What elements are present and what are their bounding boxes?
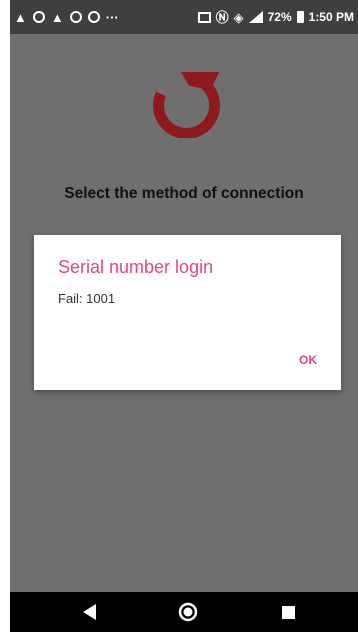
- sync-icon: [32, 11, 45, 23]
- ok-button[interactable]: OK: [299, 353, 317, 367]
- home-button[interactable]: [168, 592, 208, 632]
- page-heading: Select the method of connection: [64, 185, 304, 202]
- recents-button[interactable]: [268, 592, 308, 632]
- cast-icon: [197, 11, 211, 23]
- recents-icon: [281, 605, 295, 619]
- signal-icon: [248, 11, 263, 23]
- home-icon: [178, 602, 198, 622]
- sync-icon: [69, 11, 82, 23]
- status-bar: ▲ ▲ ··· Ⓝ ◈ 72% 1:50 PM: [10, 0, 358, 34]
- battery-icon: [296, 11, 304, 23]
- system-icons: Ⓝ ◈ 72% 1:50 PM: [197, 0, 354, 34]
- dialog-message: Fail: 1001: [58, 291, 116, 306]
- phone-screen: ▲ ▲ ··· Ⓝ ◈ 72% 1:50 PM Select the metho…: [10, 0, 358, 632]
- battery-percent: 72%: [267, 10, 292, 24]
- error-dialog: Serial number login Fail: 1001 OK: [34, 235, 341, 390]
- dialog-title: Serial number login: [58, 257, 214, 277]
- back-icon: [83, 604, 96, 620]
- nfc-icon: Ⓝ: [215, 9, 229, 25]
- clock: 1:50 PM: [308, 10, 354, 24]
- app-logo-icon: [153, 72, 221, 138]
- navigation-bar: [10, 592, 358, 632]
- sync-icon: [87, 11, 100, 23]
- warning-icon: ▲: [50, 9, 64, 25]
- warning-icon: ▲: [14, 9, 27, 25]
- overflow-dots: ···: [105, 9, 119, 25]
- back-button[interactable]: [70, 592, 110, 632]
- vibrate-icon: ◈: [233, 9, 244, 25]
- notification-icons: ▲ ▲ ···: [10, 11, 119, 24]
